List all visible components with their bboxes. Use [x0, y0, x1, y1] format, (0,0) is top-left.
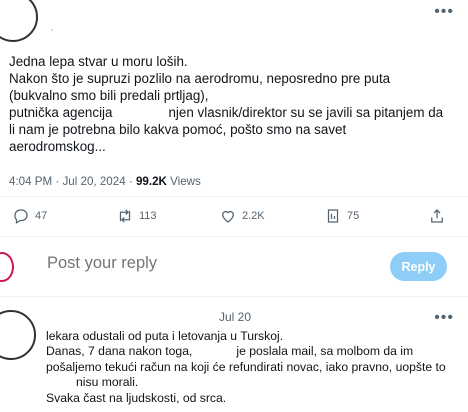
reply-input[interactable] — [47, 254, 347, 273]
reply-count: 47 — [35, 210, 48, 222]
share-action[interactable] — [428, 207, 446, 225]
bookmark-count: 75 — [347, 210, 360, 222]
repost-icon — [119, 209, 131, 223]
reply-composer: Reply — [0, 246, 468, 286]
user-avatar[interactable] — [0, 252, 14, 282]
reply-action[interactable]: 47 — [12, 207, 47, 225]
tweet-meta: 4:04 PM · Jul 20, 2024 · 99.2K Views — [9, 175, 201, 188]
reply-date[interactable]: Jul 20 — [219, 310, 251, 324]
tweet-line: (bukvalno smo bili predali prtljag), — [9, 88, 209, 103]
tweet-line: putnička agencija njen vlasnik/direktor s… — [9, 104, 459, 121]
divider — [0, 296, 468, 297]
share-icon — [431, 209, 443, 223]
tweet-timestamp[interactable]: 4:04 PM · Jul 20, 2024 · — [9, 175, 136, 188]
comment-icon — [14, 209, 28, 224]
bookmark-action[interactable]: 75 — [324, 207, 359, 225]
more-options-icon[interactable]: ••• — [434, 4, 454, 20]
divider — [0, 236, 468, 237]
views-count: 99.2K — [135, 175, 167, 188]
tweet-line: aerodromskog... — [9, 139, 106, 154]
tweet-line: Nakon što je supruzi pozlilo na aerodrom… — [9, 71, 391, 86]
tweet-text: Jedna lepa stvar u moru loših. Nakon što… — [9, 53, 459, 155]
reply-line: lekara odustali od puta i letovanja u Tu… — [46, 329, 284, 343]
action-bar: 47 113 2.2K 75 — [0, 203, 468, 231]
tweet-line-part: putnička agencija — [9, 105, 113, 120]
tweet-line: li nam je potrebna bilo kakva pomoć, poš… — [9, 122, 347, 137]
more-options-icon[interactable]: ••• — [434, 310, 454, 326]
reply-line-part: je poslala mail, sa molbom da im — [236, 344, 414, 359]
reply-line: pošaljemo tekući račun na koji će refund… — [46, 359, 446, 374]
bookmark-icon — [327, 209, 339, 223]
repost-count: 113 — [139, 210, 157, 222]
reply-tweet: Jul 20 ••• lekara odustali od puta i let… — [0, 300, 468, 412]
reply-author-avatar[interactable] — [0, 310, 36, 360]
reply-line-part: Danas, 7 dana nakon toga, — [46, 344, 193, 359]
reply-button[interactable]: Reply — [390, 252, 447, 281]
views-label: Views — [166, 175, 201, 188]
reply-line: Danas, 7 dana nakon toga, je poslala mail… — [46, 344, 456, 359]
like-count: 2.2K — [242, 210, 265, 222]
main-tweet: · ••• Jedna lepa stvar u moru loših. Nak… — [0, 0, 468, 237]
heart-icon — [222, 210, 234, 223]
reply-text: lekara odustali od puta i letovanja u Tu… — [46, 329, 456, 406]
repost-action[interactable]: 113 — [116, 207, 157, 225]
tweet-line: Jedna lepa stvar u moru loših. — [9, 54, 188, 69]
divider — [0, 196, 468, 197]
like-action[interactable]: 2.2K — [219, 207, 265, 225]
reply-line: nisu morali. — [76, 375, 139, 390]
reply-line: Svaka čast na ljudskosti, od srca. — [46, 390, 227, 405]
author-avatar[interactable] — [0, 0, 38, 42]
tweet-line-part: njen vlasnik/direktor su se javili sa pi… — [168, 105, 444, 120]
handle-separator: · — [50, 22, 54, 36]
